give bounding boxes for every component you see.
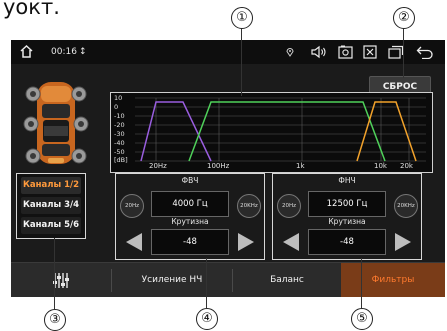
windows-icon[interactable] [388,45,404,59]
tab-filters[interactable]: Фильтры [341,263,445,297]
location-icon [286,48,294,57]
lpf-max-button[interactable]: 20KHz [394,194,418,218]
lpf-panel: ФНЧ 20Hz 12500 Гц 20KHz Крутизна -48 [272,173,422,260]
bottom-tab-bar: Усиление НЧ Баланс Фильтры [11,262,445,297]
channel-3-4-button[interactable]: Каналы 3/4 [21,197,81,214]
home-icon[interactable] [19,44,34,59]
tab-balance[interactable]: Баланс [233,263,341,297]
equalizer-icon [53,273,69,288]
head-unit-screen: 00:16 ↕ СБРОС 10 0 -10 -20 -30 -40 -50 [… [11,40,445,297]
usb-icon: ↕ [79,47,87,57]
back-icon[interactable] [416,45,433,59]
status-bar: 00:16 ↕ [11,40,445,64]
callout-5: ⑤ [351,308,373,330]
graph-plot [135,97,426,162]
crossover-graph: 10 0 -10 -20 -30 -40 -50 [dB] 20Hz 100Hz… [110,92,433,173]
car-speaker-map [23,82,89,164]
clock: 00:16 [51,47,77,57]
channel-1-2-button[interactable]: Каналы 1/2 [21,177,81,194]
lpf-slope-value[interactable]: -48 [308,229,386,255]
lpf-title: ФНЧ [338,176,356,185]
callout-2: ② [393,7,415,29]
callout-3: ③ [44,309,66,331]
hpf-max-button[interactable]: 20KHz [237,194,261,218]
callout-5-line [361,258,363,308]
callout-1-line [241,28,243,96]
screenshot-icon[interactable] [338,45,353,59]
volume-icon[interactable] [311,45,327,59]
lpf-min-button[interactable]: 20Hz [277,194,301,218]
callout-2-line [403,28,405,78]
callout-4: ④ [196,308,218,330]
lpf-slope-decrease-icon[interactable] [283,233,299,251]
close-window-icon[interactable] [363,45,377,59]
callout-1: ① [231,7,253,29]
hpf-slope-increase-icon[interactable] [238,233,254,251]
channel-5-6-button[interactable]: Каналы 5/6 [21,217,81,234]
callout-4-line [206,258,208,308]
hpf-frequency-value[interactable]: 4000 Гц [151,191,229,217]
tab-equalizer[interactable] [11,263,111,297]
channel-selector: Каналы 1/2 Каналы 3/4 Каналы 5/6 [16,173,86,239]
hpf-title: ФВЧ [181,176,199,185]
hpf-slope-label: Крутизна [171,217,209,226]
caption-text: уокт. [3,0,60,19]
hpf-min-button[interactable]: 20Hz [120,194,144,218]
lpf-slope-label: Крутизна [328,217,366,226]
callout-3-line [54,238,56,309]
hpf-panel: ФВЧ 20Hz 4000 Гц 20KHz Крутизна -48 [115,173,265,260]
tab-bass-boost[interactable]: Усиление НЧ [112,263,232,297]
hpf-slope-decrease-icon[interactable] [126,233,142,251]
lpf-frequency-value[interactable]: 12500 Гц [308,191,386,217]
hpf-slope-value[interactable]: -48 [151,229,229,255]
lpf-slope-increase-icon[interactable] [395,233,411,251]
